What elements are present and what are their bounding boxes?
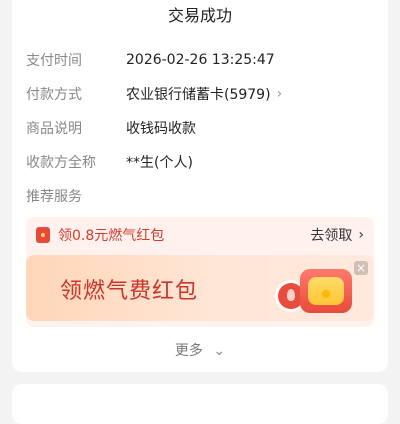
page-title: 交易成功 [167,6,232,25]
more-toggle[interactable]: 更多 ⌄ [12,340,388,360]
banner-title: 领燃气费红包 [60,279,199,304]
detail-row-payee: 收款方全称 **生(个人) [26,150,374,174]
promo-offer-text: 领0.8元燃气红包 [58,228,165,244]
detail-label: 商品说明 [26,121,82,137]
payment-method-value[interactable]: 农业银行储蓄卡(5979) › [126,84,282,104]
claim-link-text: 去领取 [310,228,353,244]
detail-row-item-desc: 商品说明 收钱码收款 [26,116,374,140]
detail-row-pay-time: 支付时间 2026-02-26 13:25:47 [26,48,374,72]
transaction-card: 交易成功 支付时间 2026-02-26 13:25:47 付款方式 农业银行储… [12,0,388,372]
red-envelope-icon [300,269,352,313]
section-title: 推荐服务 [26,189,82,205]
red-packet-icon [36,227,50,243]
promo-banner[interactable]: 领燃气费红包 × [26,255,374,321]
promo-card[interactable]: 领0.8元燃气红包 去领取 › 领燃气费红包 × [26,217,374,327]
recommended-services-header: 推荐服务 [26,184,374,208]
detail-label: 付款方式 [26,87,82,103]
chevron-right-icon: › [358,227,364,243]
promo-top-row[interactable]: 领0.8元燃气红包 去领取 › [36,223,364,247]
claim-link[interactable]: 去领取 › [310,225,364,245]
more-text: 更多 [174,343,203,359]
chevron-down-icon: ⌄ [213,343,226,359]
promo-offer: 领0.8元燃气红包 [36,225,164,245]
detail-value: **生(个人) [126,155,193,171]
detail-value: 2026-02-26 13:25:47 [126,52,275,68]
chevron-right-icon: › [276,86,283,102]
detail-label: 支付时间 [26,53,82,69]
close-icon[interactable]: × [354,261,368,275]
detail-row-payment-method[interactable]: 付款方式 农业银行储蓄卡(5979) › [26,82,374,106]
payment-method-text: 农业银行储蓄卡(5979) [126,87,271,103]
detail-value: 收钱码收款 [126,121,196,137]
detail-label: 收款方全称 [26,155,96,171]
next-card [12,384,388,424]
